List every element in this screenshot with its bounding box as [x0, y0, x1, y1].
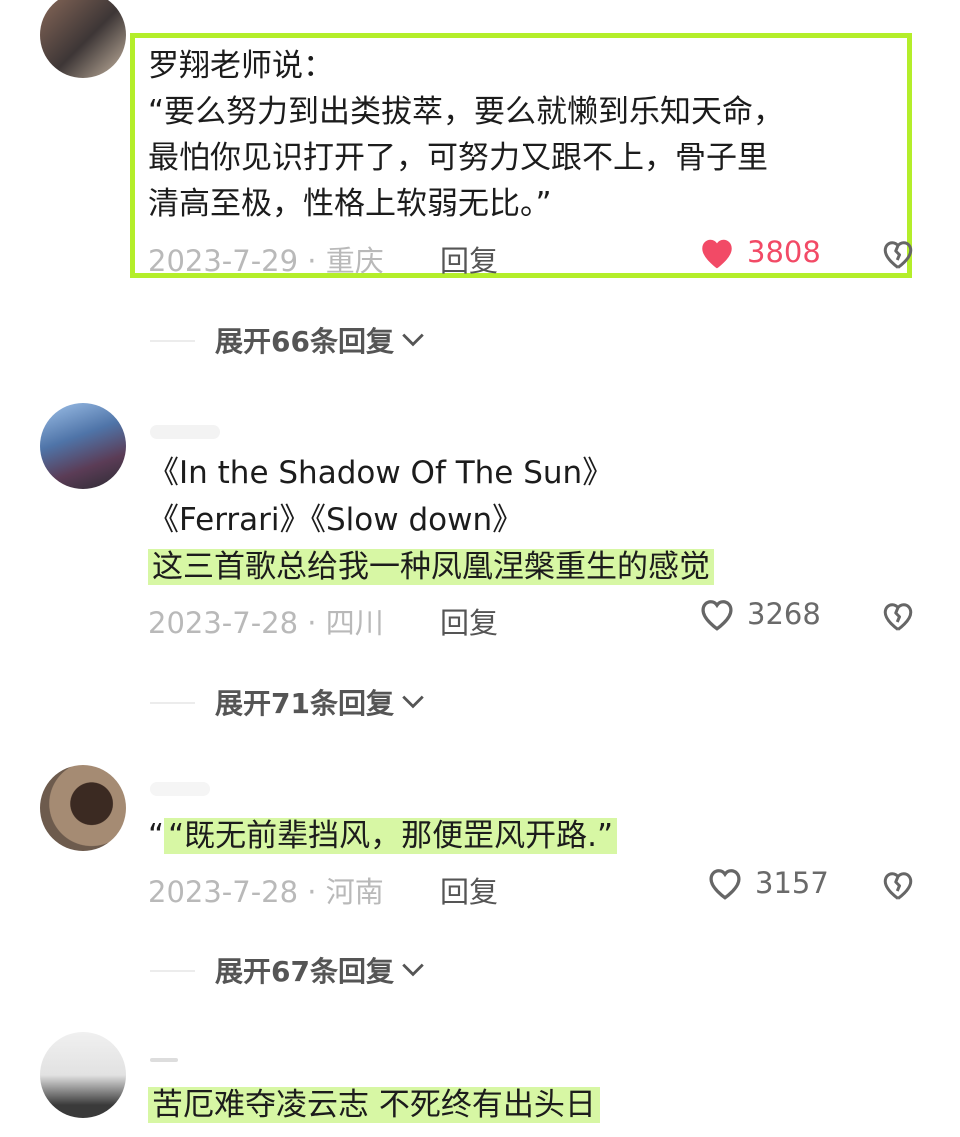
expand-replies-label: 展开66条回复	[215, 325, 394, 358]
reply-button[interactable]: 回复	[440, 869, 498, 911]
chevron-down-icon	[402, 695, 424, 709]
like-count: 3808	[747, 235, 821, 269]
like-count: 3268	[747, 597, 821, 631]
comment-text-line: 最怕你见识打开了，可努力又跟不上，骨子里	[148, 140, 768, 176]
comment-date-location: 2023-7-28 · 四川	[148, 606, 384, 640]
chevron-down-icon	[402, 333, 424, 347]
divider	[150, 340, 195, 342]
avatar[interactable]	[40, 1032, 126, 1118]
like-count: 3157	[755, 866, 829, 900]
comment-text-line: ““既无前辈挡风，那便罡风开路.”	[148, 813, 618, 859]
expand-replies-button[interactable]: 展开66条回复	[215, 320, 426, 360]
comment-text-line: 这三首歌总给我一种凤凰涅槃重生的感觉	[148, 544, 714, 590]
chevron-down-icon	[402, 963, 424, 977]
expand-replies-button[interactable]: 展开67条回复	[215, 950, 426, 990]
expand-replies-label: 展开71条回复	[215, 687, 394, 720]
expand-replies-button[interactable]: 展开71条回复	[215, 682, 426, 722]
avatar[interactable]	[40, 0, 126, 78]
heart-outline-icon	[709, 869, 741, 900]
reply-button[interactable]: 回复	[440, 238, 498, 280]
heart-icon	[702, 239, 732, 269]
username[interactable]	[150, 425, 220, 439]
highlighted-text: “既无前辈挡风，那便罡风开路.”	[164, 818, 618, 854]
divider	[150, 970, 195, 972]
highlighted-text: 这三首歌总给我一种凤凰涅槃重生的感觉	[148, 549, 714, 585]
broken-heart-icon[interactable]	[880, 867, 916, 903]
heart-outline-icon	[701, 600, 733, 631]
comment-text-line: 苦厄难夺凌云志 不死终有出头日	[148, 1082, 600, 1128]
highlighted-text: 苦厄难夺凌云志 不死终有出头日	[148, 1087, 600, 1123]
like-button[interactable]: 3157	[705, 865, 829, 901]
comment-text-line: 《Ferrari》《Slow down》	[148, 502, 524, 538]
avatar[interactable]	[40, 765, 126, 851]
comment-text-line: “要么努力到出类拔萃，要么就懒到乐知天命，	[148, 94, 785, 130]
like-button[interactable]: 3808	[697, 234, 821, 270]
comment-text-line: 清高至极，性格上软弱无比。”	[148, 186, 552, 222]
comment-date-location: 2023-7-29 · 重庆	[148, 244, 384, 278]
comment-text-line: 《In the Shadow Of The Sun》	[148, 455, 614, 491]
username[interactable]	[150, 1058, 178, 1062]
comment-text-line: 罗翔老师说：	[148, 48, 334, 84]
comment-date-location: 2023-7-28 · 河南	[148, 875, 384, 909]
broken-heart-icon[interactable]	[880, 236, 916, 272]
reply-button[interactable]: 回复	[440, 600, 498, 642]
expand-replies-label: 展开67条回复	[215, 955, 394, 988]
like-button[interactable]: 3268	[697, 596, 821, 632]
avatar[interactable]	[40, 403, 126, 489]
broken-heart-icon[interactable]	[880, 598, 916, 634]
username[interactable]	[150, 782, 210, 796]
divider	[150, 702, 195, 704]
